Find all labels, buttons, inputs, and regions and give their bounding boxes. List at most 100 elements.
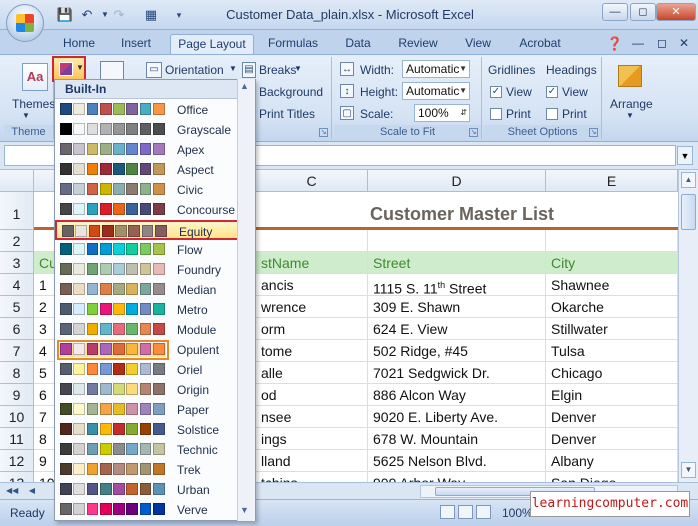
- data-cell-c[interactable]: lland: [256, 450, 368, 472]
- data-cell-c[interactable]: ancis: [256, 274, 368, 296]
- data-cell-c[interactable]: orm: [256, 318, 368, 340]
- help-icon[interactable]: ❓: [606, 34, 624, 54]
- theme-color-module[interactable]: Module: [55, 320, 255, 340]
- breaks-dropdown-icon[interactable]: ▼: [294, 64, 302, 73]
- data-cell-c[interactable]: tome: [256, 340, 368, 362]
- sheet-options-launcher-icon[interactable]: ↘: [589, 128, 598, 137]
- maximize-button[interactable]: ◻: [630, 3, 656, 21]
- data-cell-e[interactable]: Okarche: [546, 296, 678, 318]
- theme-color-grayscale[interactable]: Grayscale: [55, 120, 255, 140]
- theme-color-origin[interactable]: Origin: [55, 380, 255, 400]
- customize-qat-icon[interactable]: ▾: [170, 6, 188, 24]
- formula-bar-expand-icon[interactable]: ▼: [677, 146, 693, 165]
- themes-dropdown-icon[interactable]: ▼: [22, 111, 30, 120]
- scroll-up-icon[interactable]: ▲: [681, 172, 696, 188]
- data-cell-d[interactable]: 309 E. Shawn: [368, 296, 546, 318]
- cell-e2[interactable]: [546, 230, 678, 252]
- gridlines-print-checkbox[interactable]: [490, 108, 502, 120]
- data-cell-d[interactable]: 909 Arbor Way: [368, 472, 546, 482]
- orientation-dropdown-icon[interactable]: ▼: [229, 64, 237, 73]
- theme-color-verve[interactable]: Verve: [55, 500, 255, 520]
- ribbon-minimize-icon[interactable]: —: [630, 34, 646, 54]
- row-header-7[interactable]: 7: [0, 340, 34, 362]
- data-cell-e[interactable]: Stillwater: [546, 318, 678, 340]
- row-header-13[interactable]: 13: [0, 472, 34, 482]
- theme-color-urban[interactable]: Urban: [55, 480, 255, 500]
- data-cell-d[interactable]: 678 W. Mountain: [368, 428, 546, 450]
- data-cell-e[interactable]: Elgin: [546, 384, 678, 406]
- themes-icon[interactable]: Aa: [22, 63, 48, 91]
- theme-color-trek[interactable]: Trek: [55, 460, 255, 480]
- theme-color-civic[interactable]: Civic: [55, 180, 255, 200]
- row-header-6[interactable]: 6: [0, 318, 34, 340]
- vertical-scroll-thumb[interactable]: [681, 194, 696, 230]
- page-layout-view-icon[interactable]: [458, 505, 473, 519]
- theme-color-flow[interactable]: Flow: [55, 240, 255, 260]
- data-cell-e[interactable]: Albany: [546, 450, 678, 472]
- select-all-corner[interactable]: [0, 170, 34, 192]
- data-cell-e[interactable]: Denver: [546, 428, 678, 450]
- save-icon[interactable]: 💾: [56, 6, 74, 24]
- data-cell-e[interactable]: Tulsa: [546, 340, 678, 362]
- data-cell-c[interactable]: od: [256, 384, 368, 406]
- data-cell-d[interactable]: 5625 Nelson Blvd.: [368, 450, 546, 472]
- tab-view[interactable]: View: [456, 34, 500, 54]
- row-header-12[interactable]: 12: [0, 450, 34, 472]
- data-cell-d[interactable]: 1115 S. 11th Street: [368, 274, 546, 296]
- tab-insert[interactable]: Insert: [110, 34, 162, 54]
- data-cell-d[interactable]: 502 Ridge, #45: [368, 340, 546, 362]
- tab-data[interactable]: Data: [336, 34, 380, 54]
- row-header-3[interactable]: 3: [0, 252, 34, 274]
- row-header-8[interactable]: 8: [0, 362, 34, 384]
- dropdown-scroll-down-icon[interactable]: ▼: [240, 505, 249, 515]
- dropdown-scroll-up-icon[interactable]: ▲: [240, 81, 249, 91]
- normal-view-icon[interactable]: [440, 505, 455, 519]
- header-cell-e[interactable]: City: [546, 252, 678, 274]
- arrange-dropdown-icon[interactable]: ▼: [626, 111, 634, 120]
- column-header-e[interactable]: E: [546, 170, 678, 192]
- data-cell-e[interactable]: San Diego: [546, 472, 678, 482]
- column-header-d[interactable]: D: [368, 170, 546, 192]
- theme-color-foundry[interactable]: Foundry: [55, 260, 255, 280]
- row-header-5[interactable]: 5: [0, 296, 34, 318]
- data-cell-c[interactable]: tchins: [256, 472, 368, 482]
- tab-page-layout[interactable]: Page Layout: [170, 34, 254, 54]
- width-select[interactable]: Automatic ▼: [402, 60, 470, 78]
- row-header-10[interactable]: 10: [0, 406, 34, 428]
- headings-print-checkbox[interactable]: [546, 108, 558, 120]
- theme-color-opulent[interactable]: Opulent: [55, 340, 255, 360]
- page-setup-launcher-icon[interactable]: ↘: [319, 128, 328, 137]
- theme-color-oriel[interactable]: Oriel: [55, 360, 255, 380]
- data-cell-d[interactable]: 7021 Sedgwick Dr.: [368, 362, 546, 384]
- theme-color-metro[interactable]: Metro: [55, 300, 255, 320]
- breaks-button[interactable]: Breaks: [259, 63, 296, 77]
- themes-button[interactable]: Themes: [12, 97, 55, 111]
- scroll-down-icon[interactable]: ▼: [681, 462, 696, 478]
- theme-color-paper[interactable]: Paper: [55, 400, 255, 420]
- column-header-c[interactable]: C: [256, 170, 368, 192]
- tab-home[interactable]: Home: [56, 34, 102, 54]
- data-cell-e[interactable]: Chicago: [546, 362, 678, 384]
- ribbon-close-icon[interactable]: ✕: [676, 34, 692, 54]
- undo-icon[interactable]: ↶: [78, 6, 96, 24]
- theme-color-technic[interactable]: Technic: [55, 440, 255, 460]
- prev-sheet-icon[interactable]: ◀: [26, 485, 38, 497]
- scale-spinner[interactable]: 100% ⇵: [414, 104, 470, 122]
- data-cell-c[interactable]: nsee: [256, 406, 368, 428]
- theme-color-office[interactable]: Office: [55, 100, 255, 120]
- theme-color-apex[interactable]: Apex: [55, 140, 255, 160]
- header-cell-d[interactable]: Street: [368, 252, 546, 274]
- print-preview-icon[interactable]: ▦: [142, 6, 160, 24]
- ribbon-restore-icon[interactable]: ◻: [654, 34, 670, 54]
- theme-color-solstice[interactable]: Solstice: [55, 420, 255, 440]
- first-sheet-icon[interactable]: ◀◀: [6, 485, 18, 497]
- office-button[interactable]: [6, 4, 44, 42]
- dropdown-scrollbar[interactable]: ▲ ▼: [237, 79, 255, 521]
- orientation-button[interactable]: Orientation: [165, 63, 224, 77]
- data-cell-c[interactable]: wrence: [256, 296, 368, 318]
- arrange-button[interactable]: Arrange: [610, 97, 653, 111]
- data-cell-d[interactable]: 886 Alcon Way: [368, 384, 546, 406]
- background-button[interactable]: Background: [259, 85, 323, 99]
- tab-formulas[interactable]: Formulas: [262, 34, 324, 54]
- theme-color-median[interactable]: Median: [55, 280, 255, 300]
